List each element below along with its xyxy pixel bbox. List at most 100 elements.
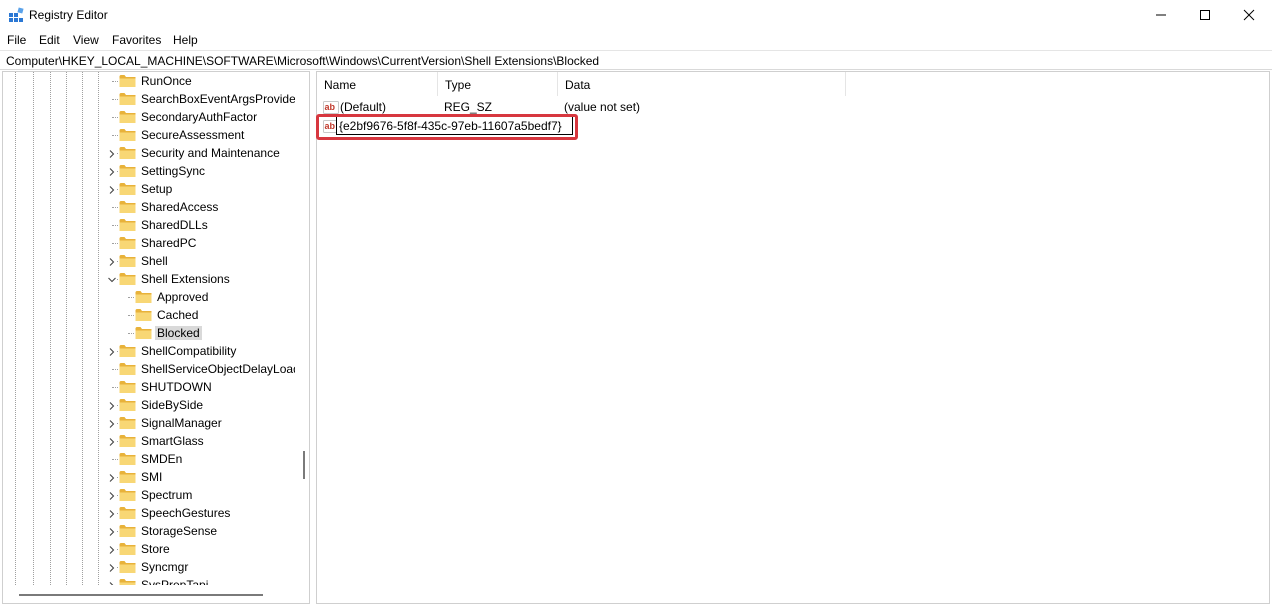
- chevron-right-icon[interactable]: [107, 256, 117, 266]
- tree-item-label: Shell Extensions: [141, 272, 230, 286]
- tree-item[interactable]: Shell: [3, 252, 295, 270]
- tree-item-label: StorageSense: [141, 524, 218, 538]
- menu-file[interactable]: File: [7, 33, 26, 47]
- folder-icon: [135, 308, 152, 322]
- tree-item[interactable]: Setup: [3, 180, 295, 198]
- tree-item[interactable]: StorageSense: [3, 522, 295, 540]
- address-bar[interactable]: Computer\HKEY_LOCAL_MACHINE\SOFTWARE\Mic…: [0, 50, 1272, 70]
- chevron-right-icon[interactable]: [107, 526, 117, 536]
- tree-item[interactable]: ShellCompatibility: [3, 342, 295, 360]
- column-header-type[interactable]: Type: [438, 72, 558, 96]
- chevron-right-icon[interactable]: [107, 400, 117, 410]
- tree-connector: [112, 207, 118, 208]
- maximize-button[interactable]: [1182, 0, 1228, 30]
- tree-item[interactable]: SignalManager: [3, 414, 295, 432]
- folder-icon: [119, 506, 136, 520]
- tree-item[interactable]: Shell Extensions: [3, 270, 295, 288]
- tree-item-label: ShellCompatibility: [141, 344, 237, 358]
- chevron-right-icon[interactable]: [107, 472, 117, 482]
- chevron-right-icon[interactable]: [107, 562, 117, 572]
- tree-connector: [112, 99, 118, 100]
- chevron-right-icon[interactable]: [107, 418, 117, 428]
- menu-view[interactable]: View: [73, 33, 99, 47]
- tree-item-label: Cached: [157, 308, 199, 322]
- tree-item[interactable]: SMDEn: [3, 450, 295, 468]
- chevron-right-icon[interactable]: [107, 436, 117, 446]
- tree-item-label: Shell: [141, 254, 168, 268]
- chevron-right-icon[interactable]: [107, 148, 117, 158]
- tree-item-label: SharedAccess: [141, 200, 219, 214]
- folder-icon: [119, 92, 136, 106]
- tree-item-label: SharedDLLs: [141, 218, 208, 232]
- tree-connector: [128, 315, 134, 316]
- tree-item-label: SysPrepTapi: [141, 578, 209, 585]
- tree-connector: [112, 225, 118, 226]
- folder-icon: [119, 470, 136, 484]
- folder-icon: [135, 290, 152, 304]
- menu-help[interactable]: Help: [173, 33, 198, 47]
- tree-vertical-scroll-thumb[interactable]: [303, 451, 305, 479]
- tree-item-label: SignalManager: [141, 416, 222, 430]
- values-pane[interactable]: Name Type Data ab (Default) REG_SZ (valu…: [316, 71, 1270, 604]
- tree-item[interactable]: ShellServiceObjectDelayLoad: [3, 360, 295, 378]
- folder-icon: [119, 344, 136, 358]
- key-tree-pane[interactable]: RunOnce SearchBoxEventArgsProvider Seconda…: [2, 71, 310, 604]
- tree-item[interactable]: Blocked: [3, 324, 295, 342]
- tree-item[interactable]: SearchBoxEventArgsProvider: [3, 90, 295, 108]
- menu-favorites[interactable]: Favorites: [112, 33, 161, 47]
- tree-horizontal-scroll-thumb[interactable]: [19, 594, 263, 596]
- tree-item[interactable]: SMI: [3, 468, 295, 486]
- tree-connector: [112, 117, 118, 118]
- tree-item[interactable]: Approved: [3, 288, 295, 306]
- menu-edit[interactable]: Edit: [39, 33, 60, 47]
- tree-item[interactable]: SettingSync: [3, 162, 295, 180]
- chevron-right-icon[interactable]: [107, 166, 117, 176]
- folder-icon: [119, 164, 136, 178]
- tree-item[interactable]: SysPrepTapi: [3, 576, 295, 585]
- chevron-right-icon[interactable]: [107, 346, 117, 356]
- column-header-name[interactable]: Name: [317, 72, 438, 96]
- folder-icon: [119, 218, 136, 232]
- tree-item[interactable]: Store: [3, 540, 295, 558]
- tree-item-label: SmartGlass: [141, 434, 204, 448]
- tree-item[interactable]: SmartGlass: [3, 432, 295, 450]
- tree-item[interactable]: Syncmgr: [3, 558, 295, 576]
- chevron-right-icon[interactable]: [107, 184, 117, 194]
- tree-item-label: Store: [141, 542, 170, 556]
- tree-horizontal-scrollbar[interactable]: [3, 587, 309, 603]
- tree-item[interactable]: RunOnce: [3, 72, 295, 90]
- tree-vertical-scrollbar[interactable]: [299, 72, 309, 585]
- tree-item[interactable]: Spectrum: [3, 486, 295, 504]
- tree-item[interactable]: Cached: [3, 306, 295, 324]
- tree-item[interactable]: SideBySide: [3, 396, 295, 414]
- address-path[interactable]: Computer\HKEY_LOCAL_MACHINE\SOFTWARE\Mic…: [6, 54, 599, 68]
- tree-item[interactable]: SecondaryAuthFactor: [3, 108, 295, 126]
- tree-item[interactable]: SharedDLLs: [3, 216, 295, 234]
- tree-item[interactable]: SecureAssessment: [3, 126, 295, 144]
- chevron-right-icon[interactable]: [107, 580, 117, 585]
- tree-connector: [112, 459, 118, 460]
- key-tree[interactable]: RunOnce SearchBoxEventArgsProvider Seconda…: [3, 72, 295, 585]
- column-header-name-label: Name: [324, 78, 357, 92]
- minimize-button[interactable]: [1138, 0, 1184, 30]
- tree-item[interactable]: Security and Maintenance: [3, 144, 295, 162]
- chevron-right-icon[interactable]: [107, 490, 117, 500]
- tree-item[interactable]: SharedAccess: [3, 198, 295, 216]
- close-button[interactable]: [1226, 0, 1272, 30]
- registry-editor-icon: [8, 7, 24, 23]
- folder-icon: [119, 254, 136, 268]
- folder-icon: [119, 74, 136, 88]
- chevron-right-icon[interactable]: [107, 508, 117, 518]
- chevron-right-icon[interactable]: [107, 544, 117, 554]
- minimize-icon: [1156, 14, 1166, 16]
- tree-item[interactable]: SpeechGestures: [3, 504, 295, 522]
- tree-item[interactable]: SHUTDOWN: [3, 378, 295, 396]
- column-header-data[interactable]: Data: [558, 72, 846, 96]
- svg-text:ab: ab: [325, 102, 336, 112]
- tree-item-label: SecondaryAuthFactor: [141, 110, 258, 124]
- tree-item[interactable]: SharedPC: [3, 234, 295, 252]
- column-header-data-label: Data: [565, 78, 591, 92]
- chevron-down-icon[interactable]: [107, 274, 117, 284]
- tree-item-label: SearchBoxEventArgsProvider: [141, 92, 295, 106]
- tree-item-label: ShellServiceObjectDelayLoad: [141, 362, 295, 376]
